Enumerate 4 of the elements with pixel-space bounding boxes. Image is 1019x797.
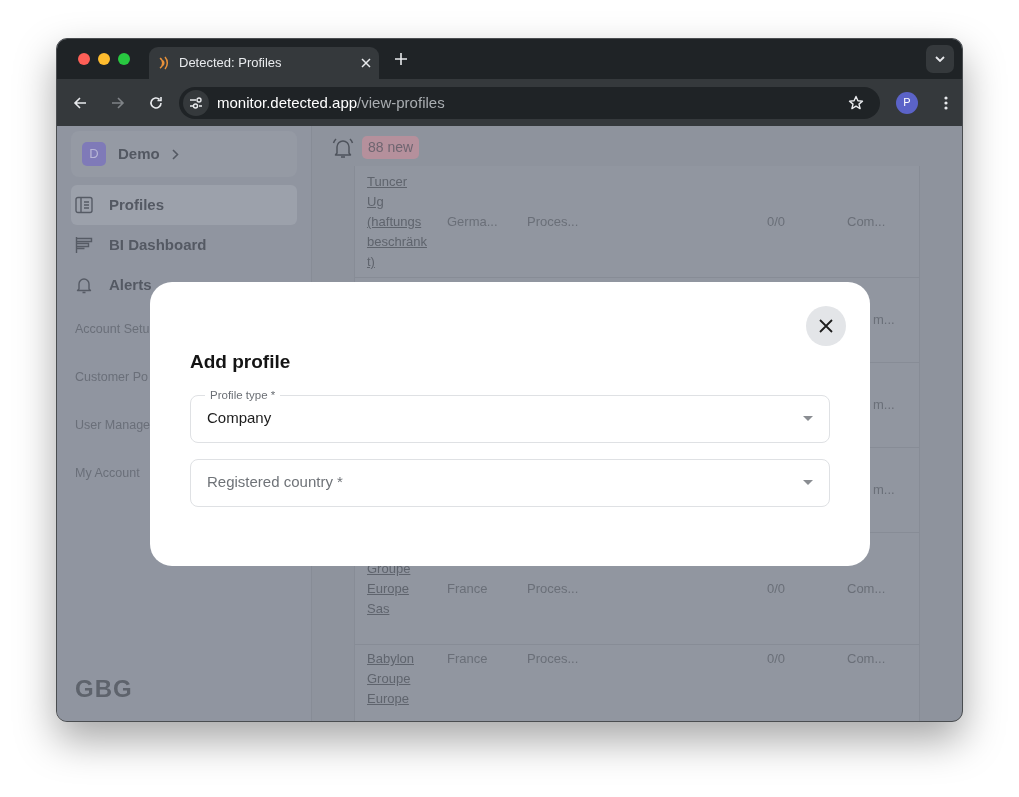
dialog-title: Add profile	[190, 350, 292, 374]
tab-title: Detected: Profiles	[179, 54, 283, 73]
url-text: monitor.detected.app/view-profiles	[217, 92, 445, 113]
organization-avatar: D	[82, 142, 106, 166]
